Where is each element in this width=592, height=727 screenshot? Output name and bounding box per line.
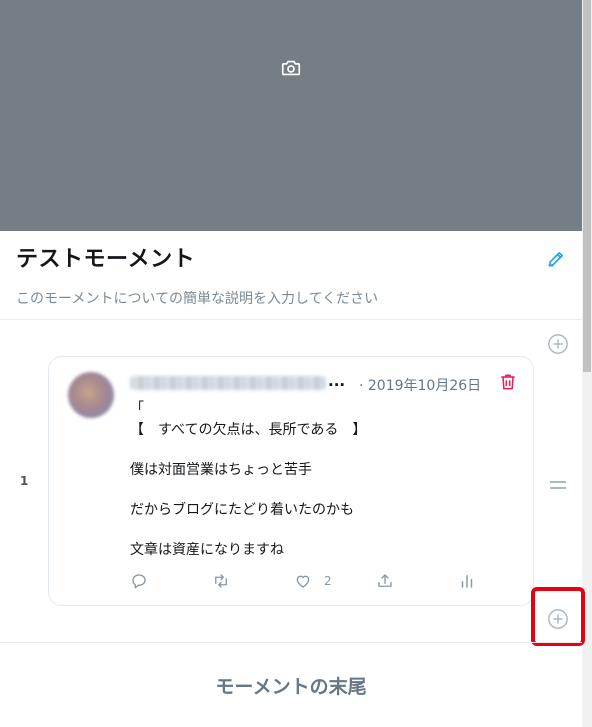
reply-icon[interactable] — [130, 571, 148, 591]
scrollbar-thumb[interactable] — [583, 0, 591, 372]
moment-end-label: モーメントの末尾 — [215, 676, 367, 698]
add-tweet-above-button[interactable] — [547, 333, 569, 355]
pencil-icon[interactable] — [546, 249, 566, 269]
tweet-text-line: 文章は資産になりますね — [130, 542, 284, 558]
author-name-blurred[interactable] — [130, 376, 326, 390]
divider — [0, 642, 582, 643]
tweet-date[interactable]: · 2019年10月26日 — [359, 375, 481, 395]
moment-cover-image[interactable] — [0, 0, 582, 231]
divider — [0, 319, 582, 320]
analytics-icon[interactable] — [458, 571, 476, 591]
avatar[interactable] — [68, 372, 114, 418]
reorder-icon[interactable] — [548, 476, 568, 489]
moment-description-input[interactable]: このモーメントについての簡単な説明を入力してください — [16, 288, 378, 308]
retweet-icon[interactable] — [212, 571, 230, 591]
tweet-index: 1 — [20, 474, 29, 488]
author-name-ellipsis: ... — [328, 372, 346, 390]
tweet-text-line: 【 すべての欠点は、長所である 】 — [130, 422, 367, 438]
share-icon[interactable] — [376, 571, 394, 591]
moment-title[interactable]: テストモーメント — [16, 241, 195, 273]
tweet-text-line: 「 — [130, 401, 144, 417]
like-icon[interactable]: 2 — [294, 571, 332, 591]
tweet-text-line: だからブログにたどり着いたのかも — [130, 502, 354, 518]
highlight-annotation-box — [531, 587, 585, 646]
like-count: 2 — [324, 574, 332, 588]
trash-icon[interactable] — [498, 372, 518, 392]
tweet-text-line: 僕は対面営業はちょっと苦手 — [130, 462, 312, 478]
camera-icon[interactable] — [280, 57, 302, 79]
